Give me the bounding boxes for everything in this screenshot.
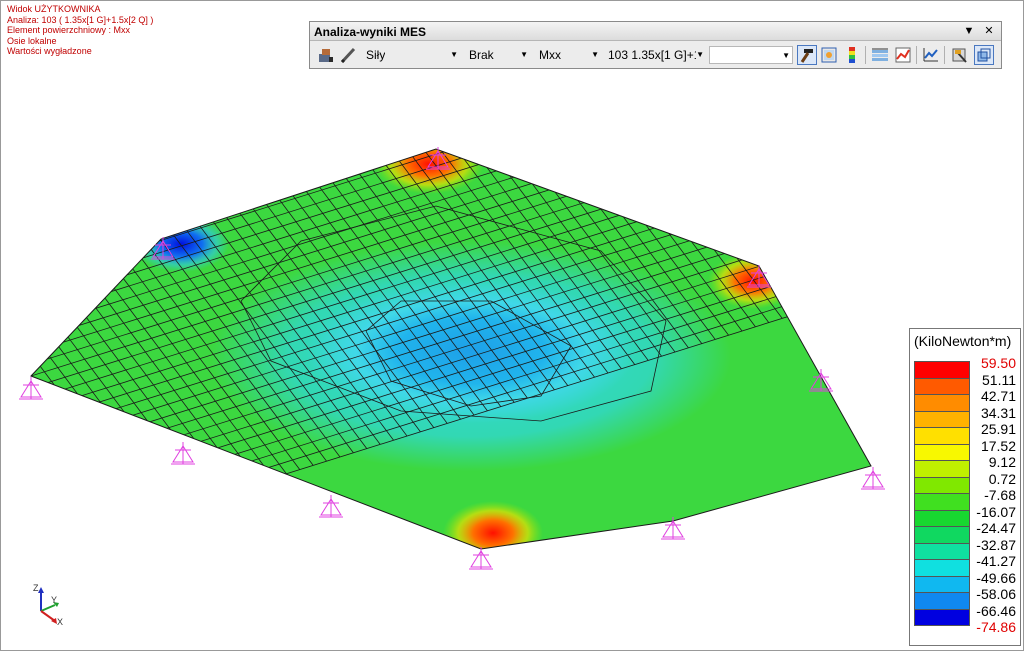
extra-select[interactable]: ▼	[709, 46, 793, 64]
option-select[interactable]: Brak ▼	[465, 46, 530, 64]
legend-value: -41.27	[976, 553, 1016, 569]
legend-value: 42.71	[980, 388, 1016, 404]
hammer-settings-icon[interactable]	[950, 45, 970, 65]
legend-value: 9.12	[988, 454, 1016, 470]
toolbar-separator	[865, 46, 866, 64]
legend-value: -49.66	[976, 569, 1016, 586]
legend-value: 17.52	[980, 437, 1016, 454]
panel-titlebar[interactable]: Analiza-wyniki MES ▼ ✕	[310, 22, 1001, 41]
mesh-line	[31, 149, 100, 533]
mesh-line	[1, 30, 18, 558]
mesh-line	[31, 149, 113, 529]
mesh-line	[31, 149, 126, 525]
mesh-line	[31, 149, 46, 549]
map-icon[interactable]	[819, 45, 839, 65]
legend-value: -16.07	[976, 503, 1016, 520]
axis-y-label: Y	[51, 595, 57, 605]
legend-value: 34.31	[980, 404, 1016, 421]
model-icon[interactable]	[316, 45, 336, 65]
scale-icon[interactable]	[842, 45, 862, 65]
mesh-line	[31, 149, 140, 521]
mesh-line	[31, 149, 33, 549]
legend-value: 0.72	[988, 470, 1016, 487]
panel-3d-icon[interactable]	[974, 45, 994, 65]
pencil-icon[interactable]	[338, 45, 358, 65]
axis-x-label: X	[57, 617, 63, 627]
legend-value: -74.86	[976, 619, 1016, 635]
mesh-line	[31, 149, 59, 546]
axis-z-label: Z	[33, 583, 39, 593]
legend-value: -7.68	[984, 487, 1016, 503]
panel-menu-button[interactable]: ▼	[962, 24, 976, 38]
support-symbol	[861, 467, 885, 490]
chart-icon[interactable]	[893, 45, 913, 65]
axes-triad: Z Y X	[33, 583, 63, 627]
mesh-line	[1, 34, 5, 562]
legend-value: 25.91	[980, 421, 1016, 437]
component-select[interactable]: Mxx ▼	[535, 46, 601, 64]
line-chart-icon[interactable]	[921, 45, 941, 65]
support-symbol	[319, 495, 343, 518]
hammer-icon[interactable]	[797, 45, 817, 65]
mesh-line	[31, 149, 153, 517]
load-case-select[interactable]: 103 1.35x[1 G]+1 ▼	[604, 46, 706, 64]
color-legend: (KiloNewton*m) 59.50 51.11 42.71 34.31 25.91…	[909, 328, 1021, 646]
grid-icon[interactable]	[870, 45, 890, 65]
model-viewport[interactable]: Widok UŻYTKOWNIKA Analiza: 103 ( 1.35x[1…	[0, 0, 1024, 651]
legend-value: 59.50	[980, 355, 1016, 371]
legend-value: -24.47	[976, 520, 1016, 536]
support-symbol	[19, 377, 43, 400]
support-symbol	[171, 442, 195, 465]
result-type-select[interactable]: Siły ▼	[362, 46, 460, 64]
close-icon[interactable]: ✕	[982, 24, 996, 38]
mesh-line	[31, 149, 73, 542]
legend-value: -58.06	[976, 586, 1016, 602]
panel-title: Analiza-wyniki MES	[314, 25, 427, 39]
panel-toolbar: Siły ▼ Brak ▼ Mxx ▼ 103 1.35x[1 G]+1 ▼ ▼	[310, 42, 1001, 69]
legend-value: -66.46	[976, 602, 1016, 619]
mesh-line	[31, 149, 86, 538]
fem-slab-map	[1, 30, 885, 570]
support-symbol	[469, 547, 493, 570]
legend-title: (KiloNewton*m)	[914, 333, 1012, 349]
toolbar-separator	[944, 46, 945, 64]
legend-value: -32.87	[976, 536, 1016, 553]
legend-value: 51.11	[982, 371, 1016, 388]
mesh-line	[31, 149, 167, 512]
fem-results-panel[interactable]: Analiza-wyniki MES ▼ ✕ Siły ▼ Brak ▼ Mxx ▼ …	[309, 21, 1002, 69]
toolbar-separator	[916, 46, 917, 64]
